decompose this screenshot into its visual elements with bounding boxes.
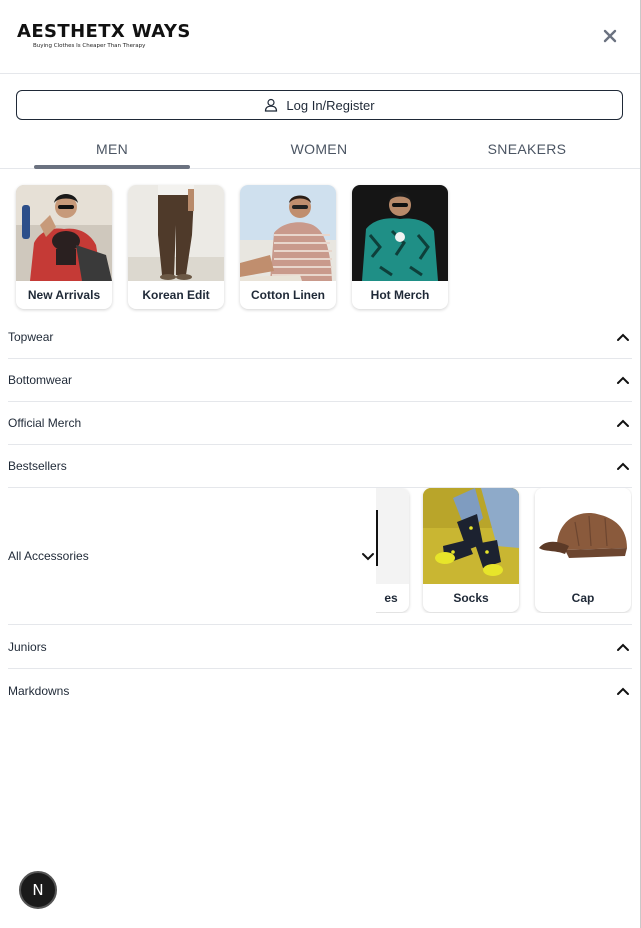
menu-item-all-accessories[interactable]: All Accessories es Socks Cap [8,488,632,625]
menu-accordion-top: Topwear Bottomwear Official Merch Bestse… [8,316,632,488]
accessory-card-label: Cap [571,591,595,605]
accessories-carousel[interactable]: es Socks Cap [376,488,632,613]
menu-item-label: Topwear [8,330,54,344]
accessory-card-socks[interactable]: Socks [423,488,519,612]
accessory-card-cap[interactable]: Cap [535,488,631,612]
menu-item-label: Bestsellers [8,459,67,473]
menu-item-label: Juniors [8,640,47,654]
featured-card-label: Hot Merch [370,288,430,302]
accessory-label-text: es [384,591,398,605]
featured-card-hot-merch[interactable]: Hot Merch [352,185,448,309]
tab-label: MEN [95,141,128,157]
close-icon[interactable] [602,28,618,44]
korean-edit-image [128,185,224,281]
tab-men[interactable]: MEN [34,130,190,168]
tab-women[interactable]: WOMEN [241,130,397,168]
header: AESTHETX WAYS Buying Clothes Is Cheaper … [0,0,640,74]
menu-item-label: All Accessories [8,549,89,563]
tab-sneakers[interactable]: SNEAKERS [449,130,605,168]
menu-item-label: Markdowns [8,683,70,698]
new-arrivals-image [16,185,112,281]
mobile-menu-drawer: AESTHETX WAYS Buying Clothes Is Cheaper … [0,0,641,928]
cap-image [535,488,631,584]
accessory-partial-image [376,488,409,584]
featured-card-new-arrivals[interactable]: New Arrivals [16,185,112,309]
active-tab-indicator [34,165,190,169]
menu-item-topwear[interactable]: Topwear [8,316,632,359]
tab-label: SNEAKERS [487,141,567,157]
featured-card-label: New Arrivals [27,288,101,302]
menu-item-markdowns[interactable]: Markdowns [8,669,632,712]
user-icon [265,98,278,112]
featured-card-label: Korean Edit [142,288,210,302]
brand-name: AESTHETX WAYS [17,21,191,42]
brand-logo[interactable]: AESTHETX WAYS Buying Clothes Is Cheaper … [17,21,191,50]
menu-item-bottomwear[interactable]: Bottomwear [8,359,632,402]
chevron-up-icon [617,643,629,651]
brand-tagline: Buying Clothes Is Cheaper Than Therapy [33,43,146,49]
menu-item-juniors[interactable]: Juniors [8,626,632,669]
chevron-up-icon [617,333,629,341]
chevron-up-icon [617,376,629,384]
featured-card-korean-edit[interactable]: Korean Edit [128,185,224,309]
menu-item-label: Bottomwear [8,373,73,387]
socks-image [423,488,519,584]
menu-item-label: Official Merch [8,416,82,430]
login-register-label: Log In/Register [286,97,375,113]
chevron-up-icon [617,419,629,427]
category-tabs: MEN WOMEN SNEAKERS [0,130,640,169]
badge-label: N [32,881,44,899]
featured-card-label: Cotton Linen [251,288,325,302]
featured-cards: New Arrivals Korean Edit Cotton Linen Ho… [16,185,448,309]
accessory-card-partial[interactable]: es [376,488,409,612]
cotton-linen-image [240,185,336,281]
featured-card-cotton-linen[interactable]: Cotton Linen [240,185,336,309]
accessory-card-label: Socks [453,591,489,605]
tab-label: WOMEN [290,141,348,157]
menu-accordion-bottom: Juniors Markdowns [8,626,632,712]
menu-item-official-merch[interactable]: Official Merch [8,402,632,445]
chevron-down-icon[interactable] [361,552,375,562]
chevron-up-icon [617,462,629,470]
chevron-up-icon [617,687,629,695]
nextjs-dev-badge[interactable]: N [19,871,57,909]
hot-merch-image [352,185,448,281]
menu-item-bestsellers[interactable]: Bestsellers [8,445,632,488]
accessory-card-label: es [376,584,409,612]
login-register-button[interactable]: Log In/Register [16,90,623,120]
